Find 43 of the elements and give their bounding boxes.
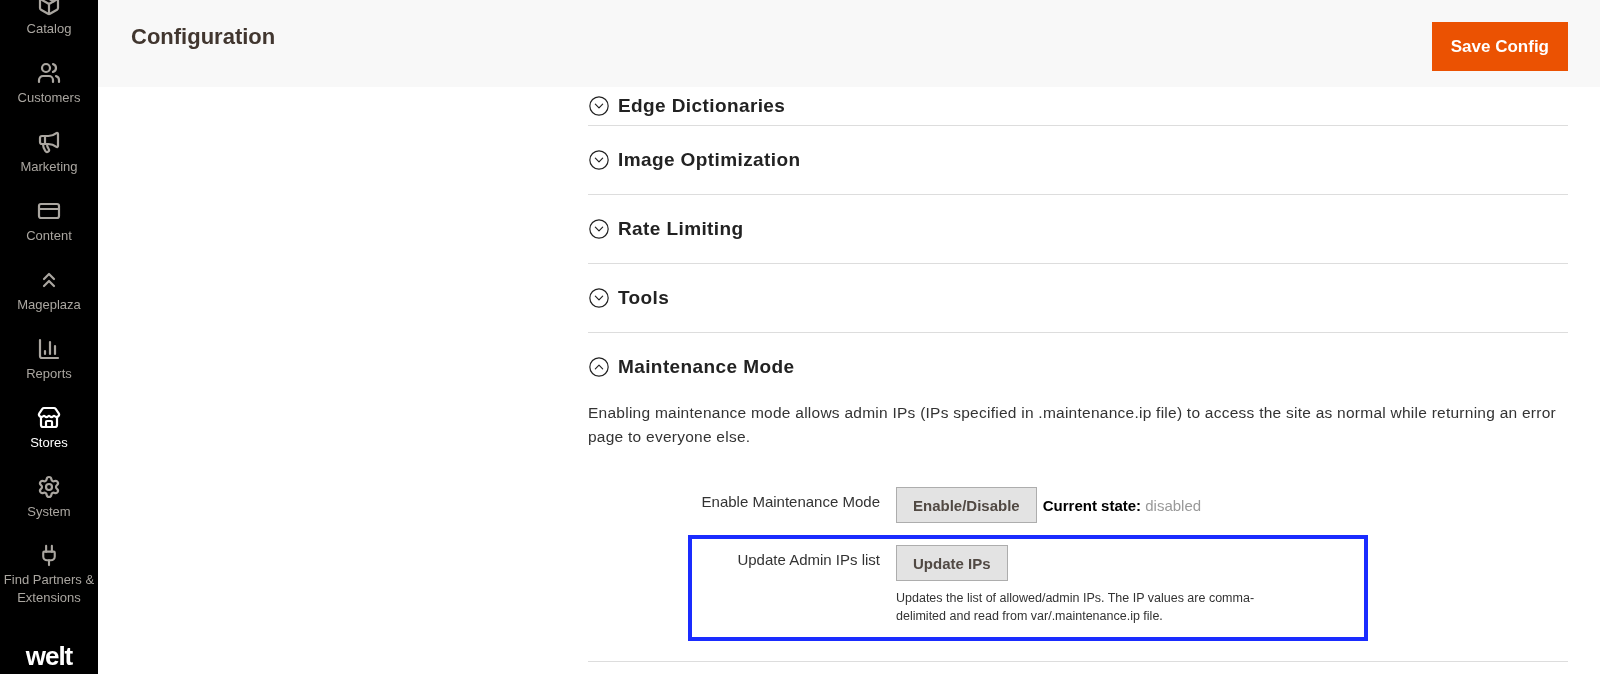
expand-icon[interactable]	[588, 287, 610, 309]
collapse-icon[interactable]	[588, 356, 610, 378]
store-icon	[37, 406, 61, 430]
expand-icon[interactable]	[588, 95, 610, 117]
sidebar-label: Mageplaza	[17, 296, 81, 314]
section-title[interactable]: Edge Dictionaries	[618, 95, 786, 117]
sidebar-label: Content	[26, 227, 72, 245]
sidebar-label: Marketing	[20, 158, 78, 176]
bar-chart-icon	[37, 337, 61, 361]
expand-icon[interactable]	[588, 149, 610, 171]
sidebar-item[interactable]: Find Partners & Extensions	[0, 538, 98, 607]
page-title: Configuration	[131, 24, 276, 50]
current-state: Current state: disabled	[1042, 496, 1202, 514]
sidebar-item[interactable]: Reports	[0, 331, 98, 400]
people-icon	[37, 61, 61, 85]
field-note: Updates the list of allowed/admin IPs. The IP values are comma-delimited and read from var/.maintenance.ip file.	[896, 590, 1256, 625]
action-button[interactable]: Enable/Disable	[896, 487, 1037, 523]
sidebar-item[interactable]: Mageplaza	[0, 262, 98, 331]
sidebar-item[interactable]: Marketing	[0, 124, 98, 193]
section-title[interactable]: Rate Limiting	[618, 218, 744, 240]
sidebar-label: Find Partners & Extensions	[2, 571, 96, 607]
sidebar-item[interactable]: Content	[0, 193, 98, 262]
megaphone-icon	[37, 130, 61, 154]
settings-icon	[37, 475, 61, 499]
expand-icon[interactable]	[588, 218, 610, 240]
sidebar-item[interactable]: Customers	[0, 55, 98, 124]
sidebar-item[interactable]: Catalog	[0, 0, 98, 55]
sidebar-label: Catalog	[26, 20, 72, 38]
save-config-button[interactable]: Save Config	[1431, 22, 1568, 71]
section-title[interactable]: Image Optimization	[618, 149, 801, 171]
sidebar-item[interactable]: System	[0, 469, 98, 538]
sidebar-item[interactable]: Stores	[0, 400, 98, 469]
section-title[interactable]: Tools	[618, 287, 670, 309]
sidebar-label: Stores	[30, 434, 68, 452]
logo: welt	[25, 642, 73, 670]
field-label: Update Admin IPs list	[736, 550, 880, 570]
section-description: Enabling maintenance mode allows admin IPs (IPs specified in .maintenance.ip file) to access the site as normal while returning an error page to everyone else.	[588, 403, 1557, 447]
sidebar-label: Customers	[17, 89, 81, 107]
section-title[interactable]: Maintenance Mode	[618, 356, 795, 378]
sidebar-label: System	[27, 503, 71, 521]
field-label: Enable Maintenance Mode	[700, 492, 880, 512]
sidebar-label: Reports	[26, 365, 72, 383]
action-button[interactable]: Update IPs	[896, 545, 1008, 581]
